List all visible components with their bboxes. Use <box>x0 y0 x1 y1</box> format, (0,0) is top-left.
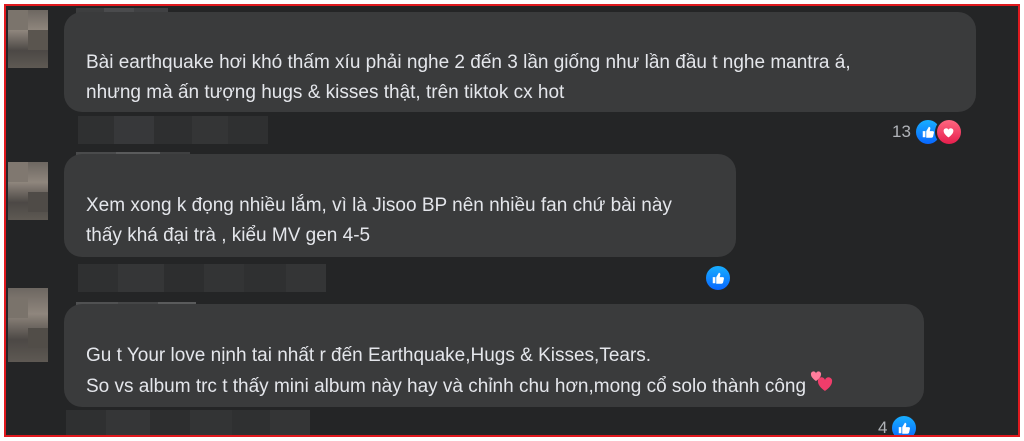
blurred-area <box>78 116 268 144</box>
avatar[interactable] <box>8 288 48 362</box>
comment-text-line: nhưng mà ấn tượng hugs & kisses thật, tr… <box>86 82 565 103</box>
comment-text-line: So vs album trc t thấy mini album này ha… <box>86 376 807 398</box>
comment-text-line: Bài earthquake hơi khó thấm xíu phải ngh… <box>86 52 851 73</box>
like-icon <box>704 264 732 292</box>
reaction-summary[interactable]: 13 <box>892 118 963 146</box>
avatar[interactable] <box>8 162 48 220</box>
comment-text-line: Gu t Your love nịnh tai nhất r đến Earth… <box>86 345 652 366</box>
reaction-count: 13 <box>892 122 911 141</box>
avatar[interactable] <box>8 10 48 68</box>
blurred-area <box>78 264 326 292</box>
comments-panel: Bài earthquake hơi khó thấm xíu phải ngh… <box>4 4 1020 437</box>
reaction-summary[interactable]: 4 <box>878 414 919 437</box>
like-icon <box>890 414 919 435</box>
comment-bubble: Bài earthquake hơi khó thấm xíu phải ngh… <box>64 12 976 112</box>
comment-text-line: thấy khá đại trà , kiểu MV gen 4-5 <box>86 225 371 246</box>
reaction-summary[interactable] <box>704 264 732 292</box>
heart-icon <box>934 118 963 146</box>
reaction-count: 4 <box>878 418 888 437</box>
comment-bubble: Gu t Your love nịnh tai nhất r đến Earth… <box>64 304 924 407</box>
two-hearts-icon <box>810 371 834 403</box>
comment-bubble: Xem xong k đọng nhiều lắm, vì là Jisoo B… <box>64 154 736 257</box>
comment-text-line: Xem xong k đọng nhiều lắm, vì là Jisoo B… <box>86 195 672 216</box>
blurred-area <box>66 410 310 435</box>
